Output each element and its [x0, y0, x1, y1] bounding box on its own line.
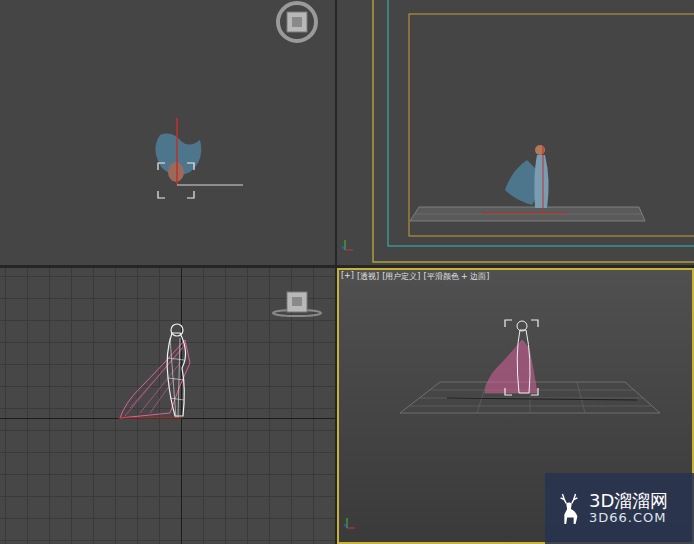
left-viewport[interactable] [0, 268, 335, 544]
ground-grid [410, 207, 645, 221]
watermark-url: 3D66.COM [589, 511, 666, 526]
figure-icon[interactable] [118, 324, 190, 418]
viewport-menu[interactable]: [用户定义] [382, 271, 420, 282]
figure-icon[interactable] [155, 118, 243, 198]
title-safe-frame [409, 14, 694, 236]
watermark-logo: 3D溜溜网 [589, 491, 668, 512]
camera-scene [337, 0, 694, 265]
viewcube-icon[interactable] [273, 292, 321, 316]
max-viewports: [+][透视][用户定义][平滑颜色 + 边面] 3D溜溜网3D66.COM [0, 0, 694, 544]
camera-viewport[interactable] [337, 0, 694, 265]
axis-icon [342, 240, 353, 250]
action-safe-frame [388, 0, 694, 246]
top-scene [0, 0, 335, 265]
viewport-menu[interactable]: [透视] [357, 271, 379, 282]
figure-icon[interactable] [505, 145, 549, 212]
viewport-label: [+][透视][用户定义][平滑颜色 + 边面] [341, 271, 489, 282]
viewport-menu[interactable]: [平滑颜色 + 边面] [423, 271, 489, 282]
viewcube-icon[interactable] [278, 3, 316, 41]
figure-icon[interactable] [485, 320, 538, 395]
watermark: 3D溜溜网3D66.COM [545, 473, 694, 544]
deer-logo-icon [555, 492, 583, 526]
safe-frame [373, 0, 694, 262]
axis-icon [344, 518, 355, 528]
top-viewport[interactable] [0, 0, 335, 265]
viewport-menu[interactable]: [+] [341, 271, 354, 282]
left-scene [0, 268, 335, 544]
